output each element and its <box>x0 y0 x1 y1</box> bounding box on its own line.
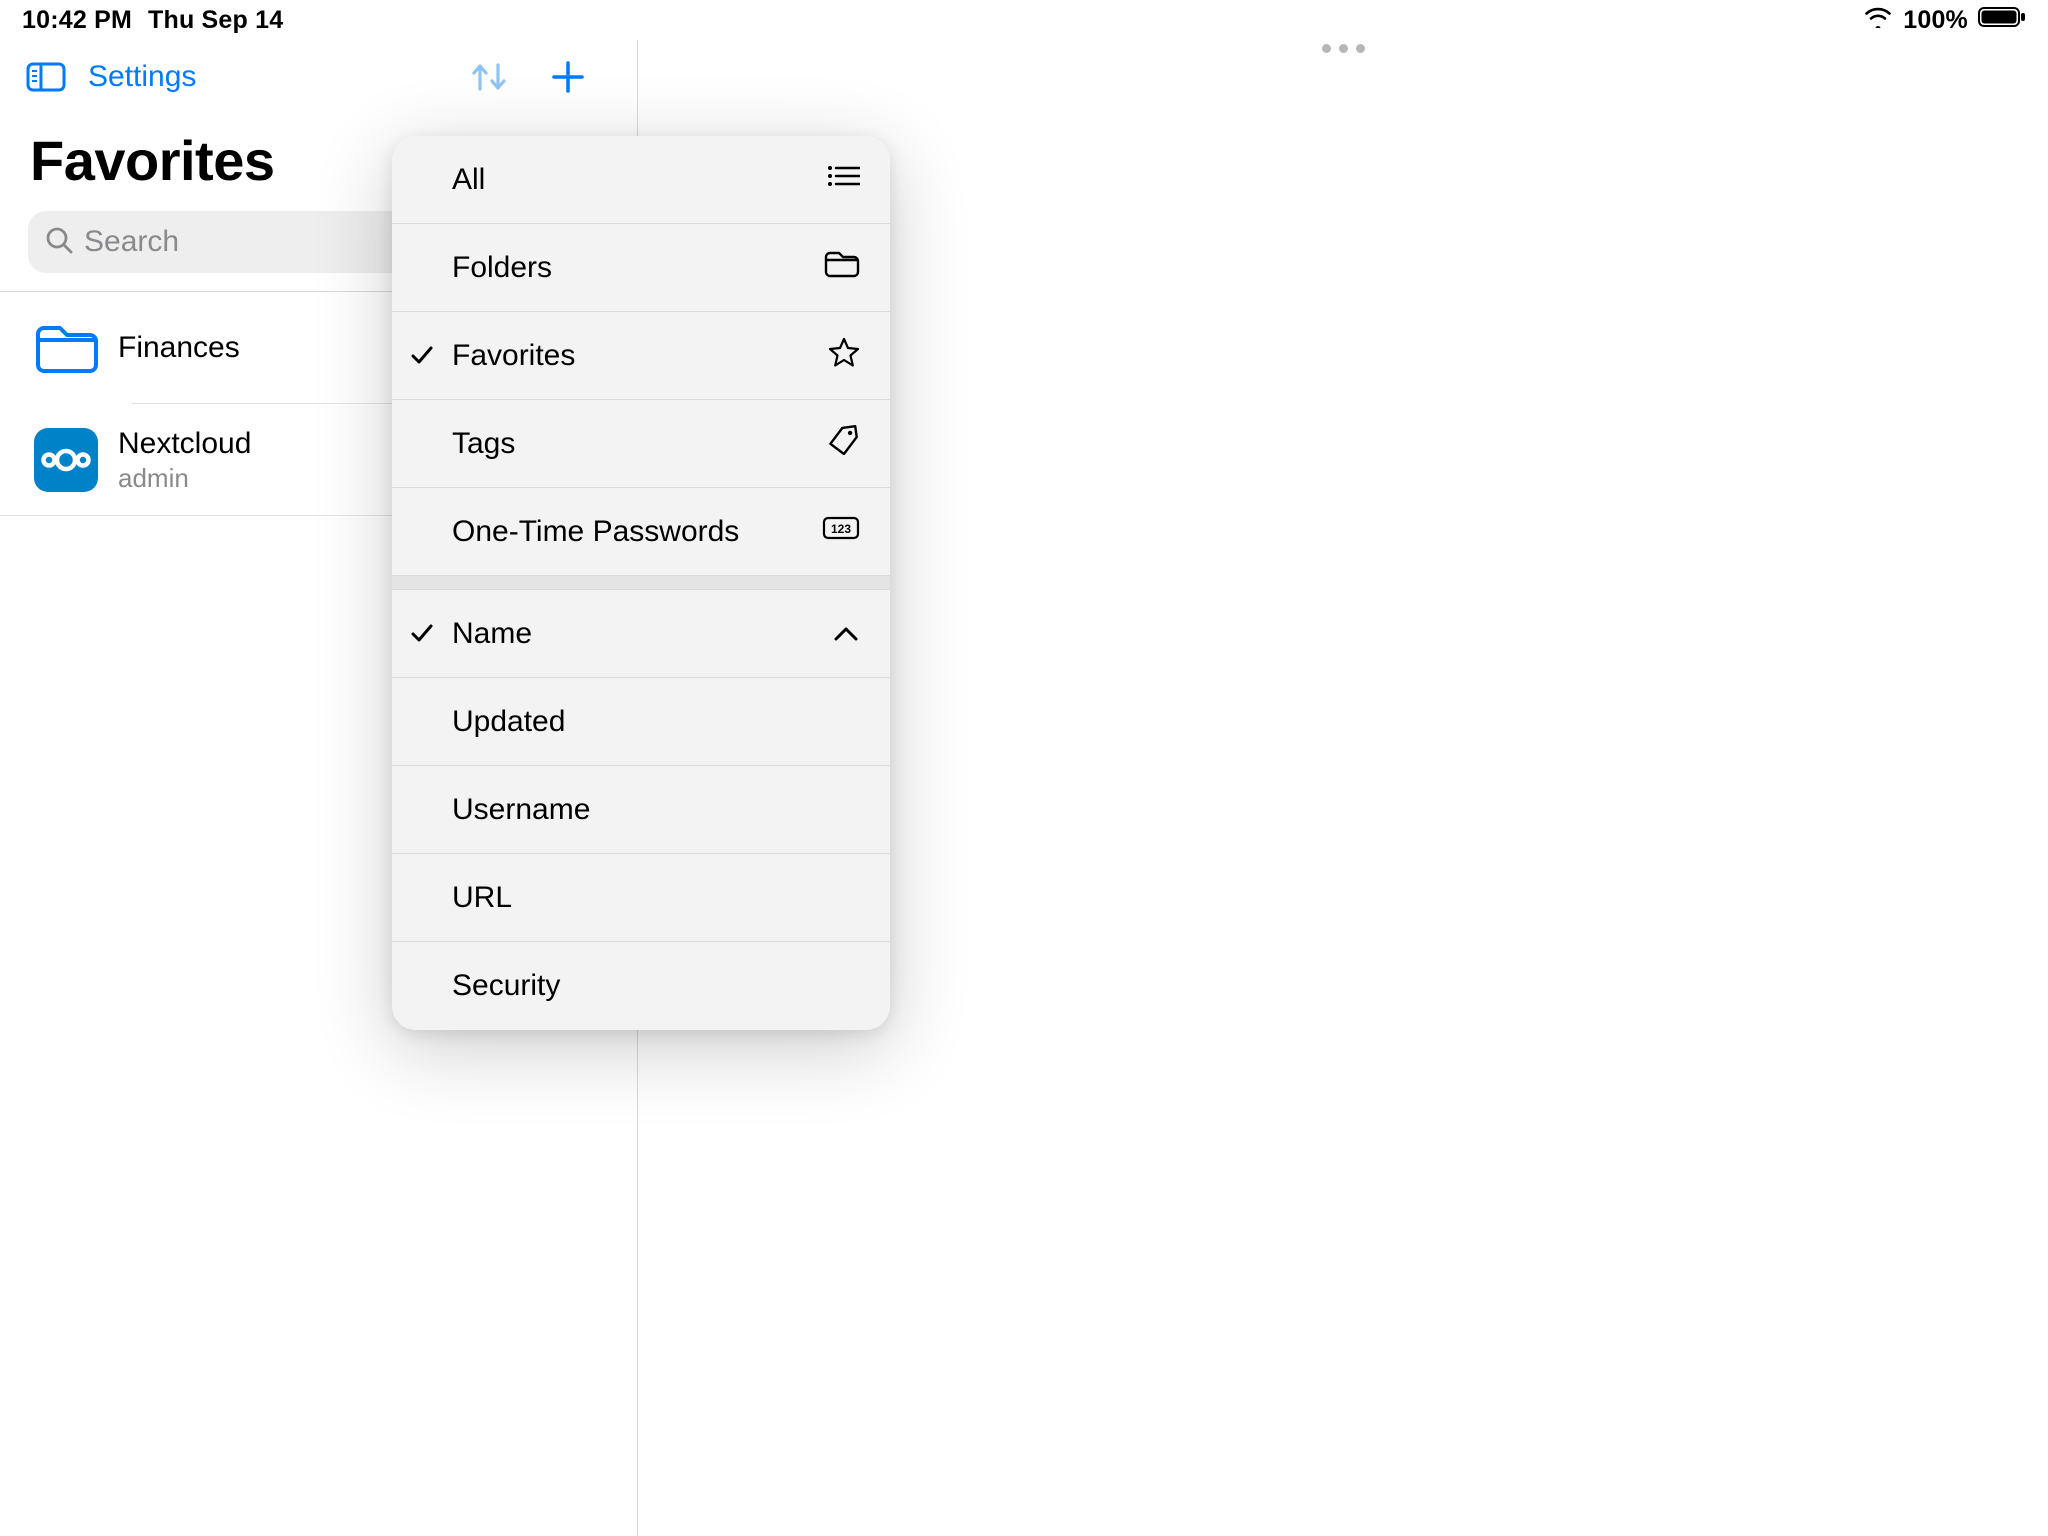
menu-label: Security <box>432 969 560 1003</box>
menu-item-otp[interactable]: One-Time Passwords 123 <box>392 488 890 576</box>
menu-label: Folders <box>432 251 552 285</box>
menu-item-favorites[interactable]: Favorites <box>392 312 890 400</box>
menu-label: Updated <box>432 705 565 739</box>
battery-pct: 100% <box>1903 6 1968 35</box>
menu-item-security[interactable]: Security <box>392 942 890 1030</box>
sort-filter-menu: All Folders Favorites <box>392 136 890 1030</box>
menu-label: Username <box>432 793 590 827</box>
menu-item-name[interactable]: Name <box>392 590 890 678</box>
sidebar-toggle-icon[interactable] <box>26 61 66 93</box>
menu-item-username[interactable]: Username <box>392 766 890 854</box>
status-time: 10:42 PM <box>22 6 132 35</box>
sort-button[interactable] <box>467 59 511 95</box>
svg-text:123: 123 <box>831 522 851 536</box>
nextcloud-icon <box>28 422 104 498</box>
item-title: Finances <box>118 331 240 365</box>
folder-icon <box>824 250 860 286</box>
wifi-icon <box>1863 6 1893 35</box>
settings-link[interactable]: Settings <box>88 60 196 94</box>
menu-label: URL <box>432 881 512 915</box>
status-bar: 10:42 PM Thu Sep 14 100% <box>0 0 2048 40</box>
chevron-up-icon <box>832 617 860 651</box>
menu-label: Tags <box>432 427 515 461</box>
more-icon[interactable] <box>1322 44 1365 53</box>
menu-item-folders[interactable]: Folders <box>392 224 890 312</box>
otp-icon: 123 <box>822 514 860 550</box>
status-date: Thu Sep 14 <box>148 6 283 35</box>
menu-item-tags[interactable]: Tags <box>392 400 890 488</box>
check-icon <box>410 339 434 373</box>
item-subtitle: admin <box>118 463 251 494</box>
check-icon <box>410 617 434 651</box>
tag-icon <box>826 425 860 463</box>
menu-label: Favorites <box>432 339 575 373</box>
item-title: Nextcloud <box>118 427 251 461</box>
star-icon <box>828 336 860 376</box>
folder-icon <box>28 310 104 386</box>
menu-label: All <box>432 163 485 197</box>
menu-label: Name <box>432 617 532 651</box>
menu-item-all[interactable]: All <box>392 136 890 224</box>
list-icon <box>826 163 860 197</box>
battery-icon <box>1978 6 2026 35</box>
add-button[interactable] <box>551 60 585 94</box>
menu-label: One-Time Passwords <box>432 515 739 549</box>
menu-item-url[interactable]: URL <box>392 854 890 942</box>
menu-divider <box>392 576 890 590</box>
search-icon <box>44 225 74 260</box>
menu-item-updated[interactable]: Updated <box>392 678 890 766</box>
nav-bar: Settings <box>0 40 637 106</box>
